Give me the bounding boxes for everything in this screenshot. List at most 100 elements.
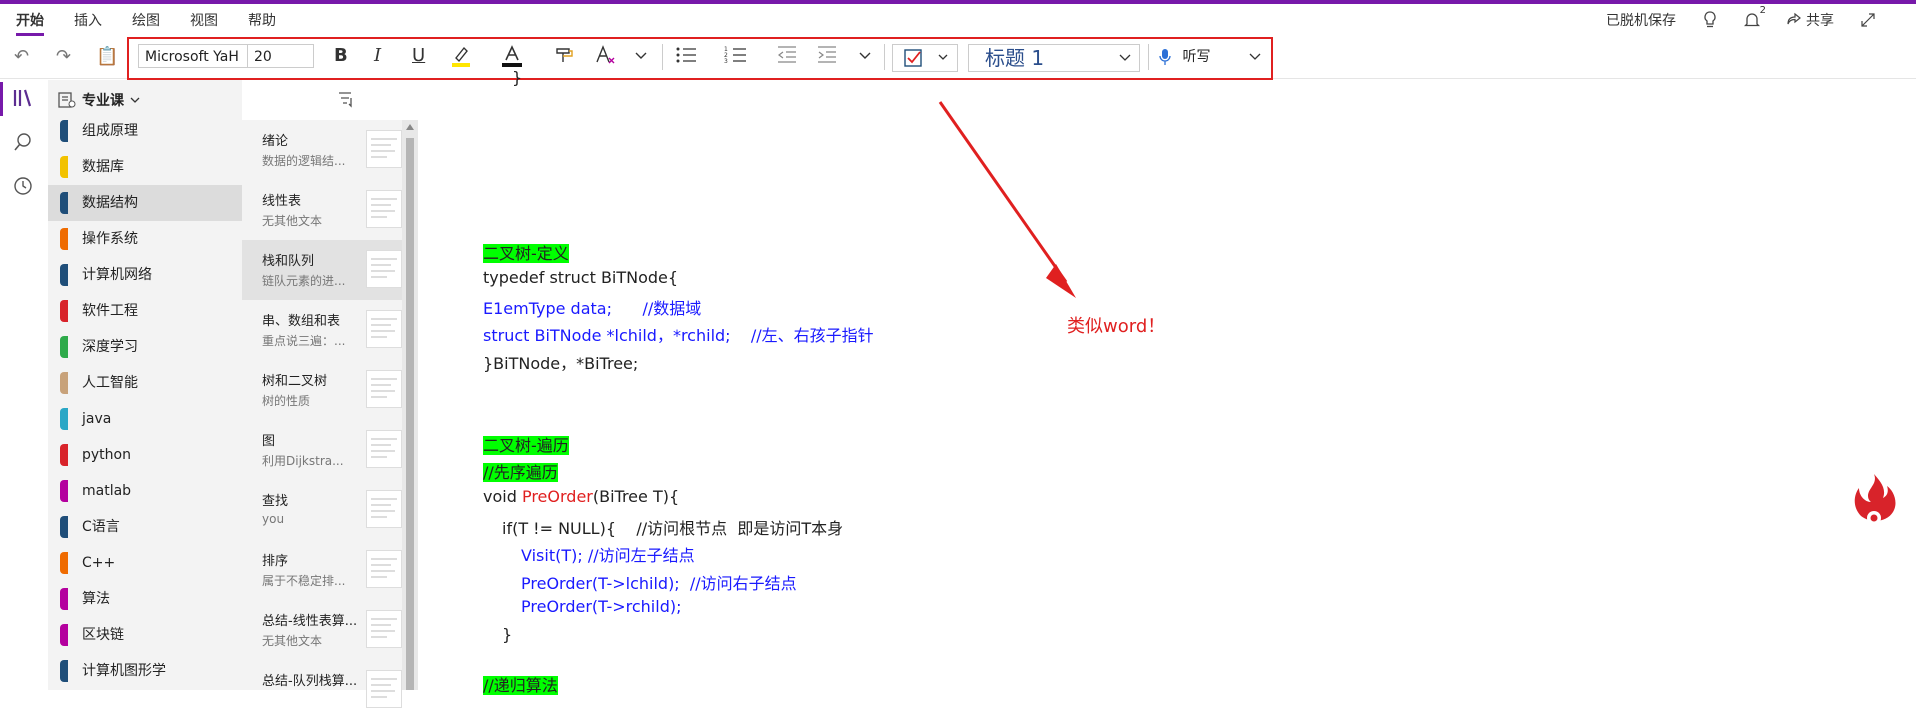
scrollbar-thumb[interactable] bbox=[406, 138, 414, 690]
page-item[interactable]: 总结-队列栈算... bbox=[242, 660, 402, 720]
section-item[interactable]: 软件工程 bbox=[48, 293, 242, 329]
dictate-button[interactable]: 听写 bbox=[1158, 44, 1261, 70]
section-item[interactable]: 算法 bbox=[48, 581, 242, 617]
section-label: 区块链 bbox=[82, 627, 124, 643]
search-icon[interactable] bbox=[13, 132, 33, 157]
format-painter-icon[interactable] bbox=[554, 44, 576, 68]
section-item[interactable]: matlab bbox=[48, 473, 242, 509]
section-label: 数据结构 bbox=[82, 195, 138, 211]
page-item[interactable]: 图利用Dijkstra... bbox=[242, 420, 402, 480]
section-item[interactable]: 深度学习 bbox=[48, 329, 242, 365]
section-item[interactable]: 计算机图形学 bbox=[48, 653, 242, 689]
tab-home[interactable]: 开始 bbox=[16, 10, 44, 36]
chevron-down-icon bbox=[1119, 54, 1131, 61]
increase-indent-icon[interactable] bbox=[816, 44, 838, 68]
section-label: C++ bbox=[82, 555, 116, 571]
notebook-selector[interactable]: 专业课 bbox=[58, 90, 140, 110]
expand-icon[interactable] bbox=[1860, 12, 1876, 28]
undo-icon[interactable]: ↶ bbox=[14, 46, 29, 67]
section-item[interactable]: python bbox=[48, 437, 242, 473]
section-item[interactable]: 区块链 bbox=[48, 617, 242, 653]
recent-clock-icon[interactable] bbox=[13, 176, 33, 201]
content-line: if(T != NULL){ //访问根节点 即是访问T本身 bbox=[502, 519, 844, 538]
page-thumbnail bbox=[366, 130, 402, 168]
section-label: 算法 bbox=[82, 591, 110, 607]
bullet-list-icon[interactable] bbox=[674, 44, 698, 68]
section-color-tab bbox=[60, 372, 68, 394]
note-canvas[interactable]: } 二叉树-定义 typedef struct BiTNode{ E1emTyp… bbox=[420, 68, 1916, 695]
section-label: 计算机图形学 bbox=[82, 663, 166, 679]
share-button[interactable]: 共享 bbox=[1786, 10, 1834, 30]
page-preview: 数据的逻辑结... bbox=[262, 154, 346, 168]
content-heading: //递归算法 bbox=[483, 676, 558, 695]
todo-tag-button[interactable] bbox=[892, 44, 958, 72]
page-item[interactable]: 栈和队列 链队元素的进... bbox=[242, 240, 402, 300]
section-item[interactable]: C++ bbox=[48, 545, 242, 581]
page-thumbnail bbox=[366, 610, 402, 648]
page-thumbnail bbox=[366, 430, 402, 468]
page-item[interactable]: 总结-线性表算... 无其他文本 bbox=[242, 600, 402, 660]
notification-bell-icon[interactable]: 2 bbox=[1744, 5, 1766, 29]
page-title: 线性表 bbox=[262, 194, 302, 209]
section-item[interactable]: 操作系统 bbox=[48, 221, 242, 257]
section-label: C语言 bbox=[82, 519, 120, 535]
decrease-indent-icon[interactable] bbox=[776, 44, 798, 68]
bold-button[interactable]: B bbox=[334, 44, 348, 68]
page-item[interactable]: 树和二叉树 树的性质 bbox=[242, 360, 402, 420]
content-line: PreOrder(T->rchild); bbox=[521, 597, 682, 616]
notebooks-icon[interactable] bbox=[13, 88, 35, 113]
clipboard-icon[interactable]: 📋 bbox=[96, 46, 118, 67]
notebook-name: 专业课 bbox=[82, 93, 124, 109]
tab-insert[interactable]: 插入 bbox=[74, 10, 102, 30]
svg-text:3: 3 bbox=[724, 58, 728, 65]
chevron-down-icon bbox=[1249, 53, 1261, 60]
redo-icon[interactable]: ↷ bbox=[56, 46, 71, 67]
style-select[interactable]: 标题 1 bbox=[968, 44, 1140, 72]
section-label: java bbox=[82, 411, 112, 427]
italic-button[interactable]: I bbox=[374, 44, 381, 68]
page-thumbnail bbox=[366, 550, 402, 588]
page-list-scrollbar[interactable] bbox=[402, 120, 418, 690]
font-color-icon[interactable] bbox=[500, 44, 524, 68]
page-item[interactable]: 串、数组和表 重点说三遍：... bbox=[242, 300, 402, 360]
section-item[interactable]: 组成原理 bbox=[48, 113, 242, 149]
content-heading: //先序遍历 bbox=[483, 463, 558, 482]
menu-bar: 开始 插入 绘图 视图 帮助 已脱机保存 2 共享 bbox=[0, 4, 1916, 36]
highlight-icon[interactable] bbox=[450, 44, 472, 68]
content-line: PreOrder(T->lchild); //访问右子结点 bbox=[521, 574, 797, 593]
numbered-list-icon[interactable]: 123 bbox=[724, 44, 748, 68]
font-size-field[interactable]: 20 bbox=[248, 44, 314, 68]
section-item[interactable]: java bbox=[48, 401, 242, 437]
sort-icon[interactable] bbox=[336, 90, 354, 113]
chevron-down-icon[interactable] bbox=[858, 44, 872, 68]
section-item[interactable]: 人工智能 bbox=[48, 365, 242, 401]
notebook-icon bbox=[58, 92, 76, 108]
rail-active-indicator bbox=[0, 82, 3, 116]
font-name-field[interactable]: Microsoft YaH bbox=[138, 44, 248, 68]
section-label: matlab bbox=[82, 483, 132, 499]
underline-button[interactable]: U bbox=[412, 44, 425, 68]
lightbulb-icon[interactable] bbox=[1702, 11, 1718, 29]
tab-view[interactable]: 视图 bbox=[190, 10, 218, 30]
divider bbox=[662, 44, 663, 70]
section-item[interactable]: 数据结构 bbox=[48, 185, 242, 221]
chevron-down-icon[interactable] bbox=[634, 44, 648, 68]
tab-help[interactable]: 帮助 bbox=[248, 10, 276, 30]
content-line: typedef struct BiTNode{ bbox=[483, 268, 679, 287]
section-color-tab bbox=[60, 408, 68, 430]
page-item[interactable]: 查找 you bbox=[242, 480, 402, 540]
scroll-up-icon[interactable] bbox=[406, 124, 414, 130]
clear-formatting-icon[interactable] bbox=[594, 44, 618, 68]
section-color-tab bbox=[60, 552, 68, 574]
tab-draw[interactable]: 绘图 bbox=[132, 10, 160, 30]
section-item[interactable]: 计算机网络 bbox=[48, 257, 242, 293]
section-item[interactable]: 数据库 bbox=[48, 149, 242, 185]
section-color-tab bbox=[60, 192, 68, 214]
page-preview: 重点说三遍：... bbox=[262, 334, 346, 348]
section-item[interactable]: C语言 bbox=[48, 509, 242, 545]
page-item[interactable]: 绪论 数据的逻辑结... bbox=[242, 120, 402, 180]
page-item[interactable]: 线性表 无其他文本 bbox=[242, 180, 402, 240]
annotation-text: 类似word！ bbox=[1067, 316, 1166, 337]
page-item[interactable]: 排序 属于不稳定排... bbox=[242, 540, 402, 600]
page-preview: 无其他文本 bbox=[262, 214, 323, 228]
